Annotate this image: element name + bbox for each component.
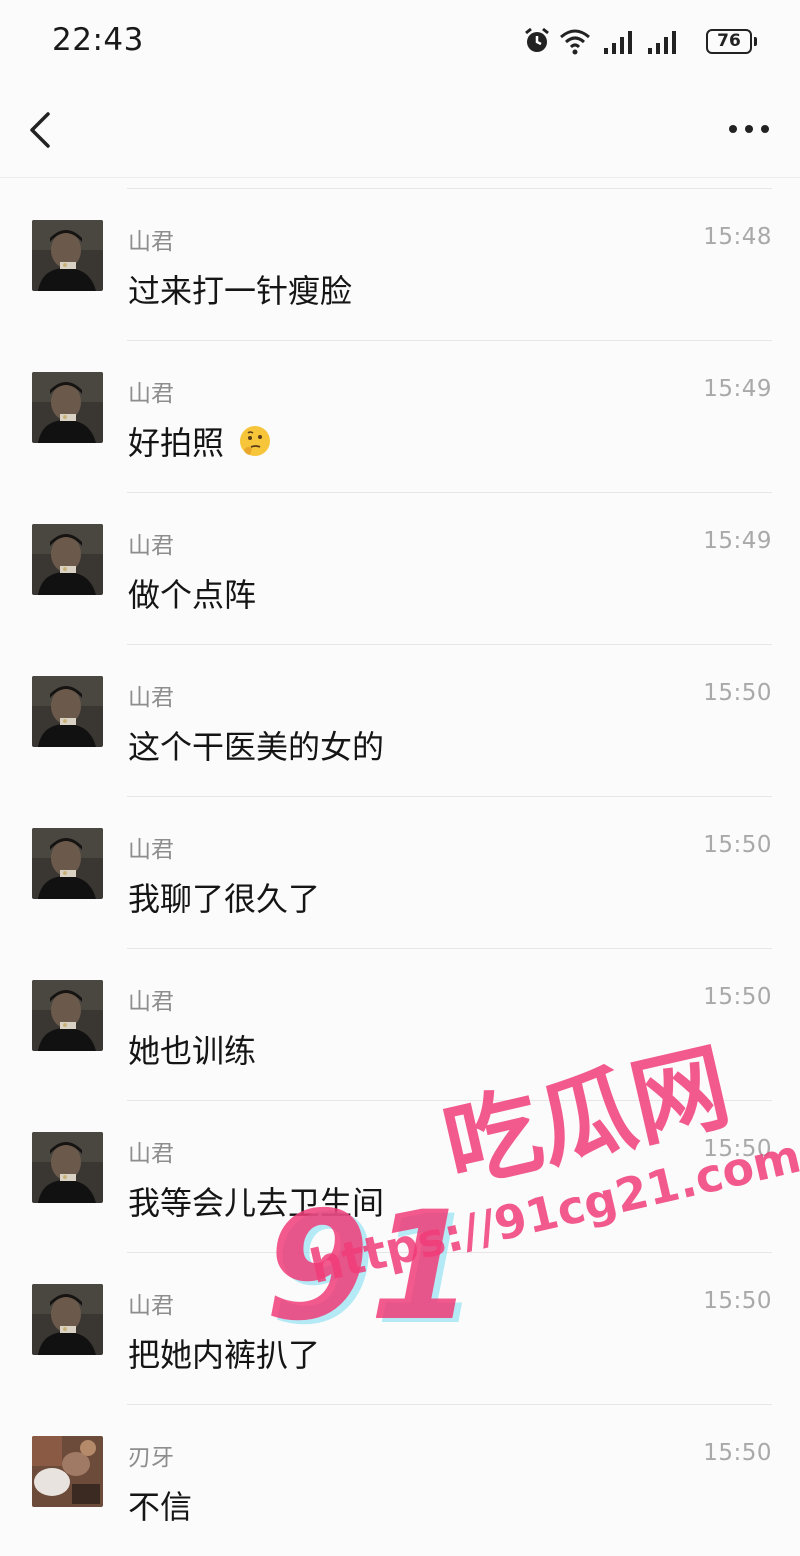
avatar[interactable] — [32, 220, 103, 291]
avatar[interactable] — [32, 676, 103, 747]
message-divider — [127, 1100, 772, 1101]
sender-name: 山君 — [128, 229, 174, 255]
message-row[interactable]: 山君 15:50 我等会儿去卫生间 — [0, 1090, 800, 1242]
message-text-content: 她也训练 — [128, 1032, 257, 1070]
message-text: 做个点阵 — [128, 570, 256, 616]
battery-indicator: 76 — [706, 29, 757, 54]
status-time: 22:43 — [52, 22, 144, 58]
chat-history-list[interactable]: 山君 15:48 过来打一针瘦脸 山君 15:49 好拍照 山君 15:49 做… — [0, 178, 800, 1546]
more-options-button[interactable] — [726, 114, 772, 144]
message-text-content: 把她内裤扒了 — [128, 1336, 321, 1374]
message-row[interactable]: 山君 15:49 做个点阵 — [0, 482, 800, 634]
avatar[interactable] — [32, 372, 103, 443]
avatar[interactable] — [32, 828, 103, 899]
message-row[interactable]: 刃牙 15:50 不信 — [0, 1394, 800, 1546]
status-icons: 76 — [522, 26, 757, 58]
message-row[interactable]: 山君 15:50 我聊了很久了 — [0, 786, 800, 938]
message-row[interactable]: 山君 15:48 过来打一针瘦脸 — [0, 178, 800, 330]
message-row[interactable]: 山君 15:50 把她内裤扒了 — [0, 1242, 800, 1394]
message-text-content: 做个点阵 — [128, 576, 257, 614]
message-text-content: 好拍照 — [128, 424, 225, 462]
message-text: 好拍照 — [128, 418, 272, 464]
chevron-left-icon — [30, 112, 50, 148]
message-text: 不信 — [128, 1482, 192, 1528]
sender-name: 山君 — [128, 837, 174, 863]
sender-name: 山君 — [128, 533, 174, 559]
avatar[interactable] — [32, 1436, 103, 1507]
message-time: 15:50 — [703, 1440, 772, 1466]
message-text-content: 不信 — [128, 1488, 193, 1526]
status-bar: 22:43 76 — [0, 0, 800, 84]
message-text: 她也训练 — [128, 1026, 256, 1072]
more-icon — [729, 125, 769, 133]
message-time: 15:48 — [703, 224, 772, 250]
message-text-content: 我聊了很久了 — [128, 880, 321, 918]
message-time: 15:50 — [703, 984, 772, 1010]
message-text: 把她内裤扒了 — [128, 1330, 320, 1376]
message-divider — [127, 796, 772, 797]
sender-name: 山君 — [128, 1141, 174, 1167]
message-time: 15:50 — [703, 1288, 772, 1314]
signal-icon-2 — [648, 31, 676, 54]
message-time: 15:50 — [703, 1136, 772, 1162]
message-time: 15:49 — [703, 376, 772, 402]
message-divider — [127, 1252, 772, 1253]
message-text-content: 我等会儿去卫生间 — [128, 1184, 385, 1222]
message-row[interactable]: 山君 15:50 这个干医美的女的 — [0, 634, 800, 786]
avatar[interactable] — [32, 1132, 103, 1203]
signal-icon-1 — [604, 31, 632, 54]
sender-name: 山君 — [128, 381, 174, 407]
avatar[interactable] — [32, 524, 103, 595]
sender-name: 山君 — [128, 989, 174, 1015]
message-text-content: 过来打一针瘦脸 — [128, 272, 353, 310]
message-text: 过来打一针瘦脸 — [128, 266, 352, 312]
message-divider — [127, 340, 772, 341]
message-text: 我等会儿去卫生间 — [128, 1178, 384, 1224]
message-divider — [127, 492, 772, 493]
message-text-content: 这个干医美的女的 — [128, 728, 385, 766]
sender-name: 山君 — [128, 1293, 174, 1319]
wifi-icon — [560, 29, 590, 55]
sender-name: 山君 — [128, 685, 174, 711]
message-time: 15:50 — [703, 680, 772, 706]
thinking-face-emoji — [240, 426, 271, 456]
message-text: 这个干医美的女的 — [128, 722, 384, 768]
message-divider — [127, 1404, 772, 1405]
back-button[interactable] — [22, 106, 62, 154]
message-time: 15:49 — [703, 528, 772, 554]
alarm-icon — [525, 27, 549, 52]
message-row[interactable]: 山君 15:49 好拍照 — [0, 330, 800, 482]
message-divider — [127, 644, 772, 645]
avatar[interactable] — [32, 980, 103, 1051]
message-divider — [127, 948, 772, 949]
message-row[interactable]: 山君 15:50 她也训练 — [0, 938, 800, 1090]
message-text: 我聊了很久了 — [128, 874, 320, 920]
navigation-bar — [0, 84, 800, 178]
message-time: 15:50 — [703, 832, 772, 858]
sender-name: 刃牙 — [128, 1445, 174, 1471]
avatar[interactable] — [32, 1284, 103, 1355]
message-divider — [127, 188, 772, 189]
